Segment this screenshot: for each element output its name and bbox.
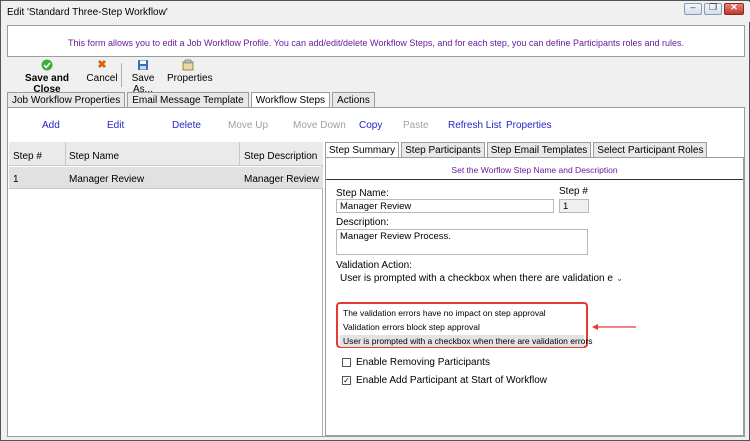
table-row[interactable]: 1 Manager Review Manager Review Proc	[9, 167, 323, 189]
column-header-step-num[interactable]: Step #	[13, 151, 42, 162]
validation-options-list: The validation errors have no impact on …	[336, 302, 592, 348]
properties-link[interactable]: Properties	[506, 120, 552, 131]
description-field[interactable]: Manager Review Process.	[336, 229, 588, 255]
toolbar: Save and Close ✖ Cancel Save As... Prope…	[7, 59, 745, 95]
cell-step-name: Manager Review	[69, 174, 145, 185]
enable-add-participant-checkbox[interactable]: ✓	[342, 376, 351, 385]
edit-workflow-window: Edit 'Standard Three-Step Workflow' – ❐ …	[0, 0, 750, 441]
validation-option-no-impact[interactable]: The validation errors have no impact on …	[340, 307, 584, 319]
column-header-step-name[interactable]: Step Name	[69, 151, 119, 162]
enable-removing-checkbox[interactable]	[342, 358, 351, 367]
step-tabs: Step Summary Step Participants Step Emai…	[325, 142, 708, 158]
description-label: Description:	[336, 217, 389, 228]
window-controls: – ❐ ✕	[684, 2, 744, 15]
validation-selected-value: User is prompted with a checkbox when th…	[340, 273, 613, 284]
properties-button[interactable]: Properties	[167, 59, 213, 84]
workflow-steps-panel: Add Edit Delete Move Up Move Down Copy P…	[7, 107, 745, 437]
properties-icon	[182, 59, 194, 71]
step-summary-body: Set the Worflow Step Name and Descriptio…	[325, 157, 744, 436]
cell-step-description: Manager Review Proc	[244, 174, 322, 185]
cancel-x-icon: ✖	[97, 59, 107, 71]
close-icon[interactable]: ✕	[724, 2, 744, 15]
tab-workflow-steps[interactable]: Workflow Steps	[250, 92, 331, 108]
checkmark-icon	[41, 59, 53, 71]
step-number-label: Step #	[559, 186, 588, 197]
save-as-button[interactable]: Save As...	[123, 59, 163, 95]
info-banner: This form allows you to edit a Job Workf…	[7, 25, 745, 57]
move-down-link[interactable]: Move Down	[293, 120, 346, 131]
toolbar-separator	[121, 63, 122, 87]
tab-step-summary[interactable]: Step Summary	[325, 142, 400, 158]
grid-header: Step # Step Name Step Description	[9, 142, 323, 166]
tab-email-message-template[interactable]: Email Message Template	[127, 92, 249, 107]
validation-option-prompt-checkbox[interactable]: User is prompted with a checkbox when th…	[340, 335, 592, 347]
step-name-label: Step Name:	[336, 188, 389, 199]
step-summary-hint: Set the Worflow Step Name and Descriptio…	[326, 158, 743, 180]
window-title: Edit 'Standard Three-Step Workflow'	[7, 7, 168, 18]
tab-job-workflow-properties[interactable]: Job Workflow Properties	[7, 92, 126, 107]
column-divider	[239, 142, 240, 166]
properties-label: Properties	[167, 73, 213, 84]
delete-link[interactable]: Delete	[172, 120, 201, 131]
main-tabs: Job Workflow Properties Email Message Te…	[7, 92, 375, 108]
floppy-disk-icon	[137, 59, 149, 71]
edit-link[interactable]: Edit	[107, 120, 124, 131]
copy-link[interactable]: Copy	[359, 120, 382, 131]
column-divider	[65, 142, 66, 166]
column-header-step-description[interactable]: Step Description	[244, 151, 317, 162]
step-detail-area: Step Summary Step Participants Step Emai…	[325, 142, 744, 436]
save-and-close-button[interactable]: Save and Close	[11, 59, 83, 95]
enable-removing-label: Enable Removing Participants	[356, 357, 490, 368]
validation-action-label: Validation Action:	[336, 260, 412, 271]
step-number-field: 1	[559, 199, 589, 213]
minimize-icon[interactable]: –	[684, 2, 702, 15]
title-bar: Edit 'Standard Three-Step Workflow' – ❐ …	[2, 2, 750, 22]
cancel-label: Cancel	[86, 73, 118, 84]
validation-option-block[interactable]: Validation errors block step approval	[340, 321, 584, 333]
paste-link[interactable]: Paste	[403, 120, 429, 131]
steps-grid: Step # Step Name Step Description 1 Mana…	[9, 142, 323, 436]
add-link[interactable]: Add	[42, 120, 60, 131]
restore-icon[interactable]: ❐	[704, 2, 722, 15]
tab-select-participant-roles[interactable]: Select Participant Roles	[593, 142, 708, 157]
tab-step-participants[interactable]: Step Participants	[401, 142, 485, 157]
cancel-button[interactable]: ✖ Cancel	[86, 59, 118, 84]
step-actions-bar: Add Edit Delete Move Up Move Down Copy P…	[8, 120, 744, 134]
move-up-link[interactable]: Move Up	[228, 120, 268, 131]
step-name-field[interactable]: Manager Review	[336, 199, 554, 213]
tab-actions[interactable]: Actions	[332, 92, 375, 107]
refresh-list-link[interactable]: Refresh List	[448, 120, 501, 131]
tab-step-email-templates[interactable]: Step Email Templates	[486, 142, 592, 157]
info-message: This form allows you to edit a Job Workf…	[68, 38, 684, 48]
chevron-down-icon: ⌄	[615, 273, 624, 283]
cell-step-num: 1	[13, 174, 19, 185]
validation-action-select[interactable]: User is prompted with a checkbox when th…	[340, 273, 623, 284]
callout-arrow-icon	[592, 324, 636, 330]
enable-add-participant-label: Enable Add Participant at Start of Workf…	[356, 375, 548, 386]
